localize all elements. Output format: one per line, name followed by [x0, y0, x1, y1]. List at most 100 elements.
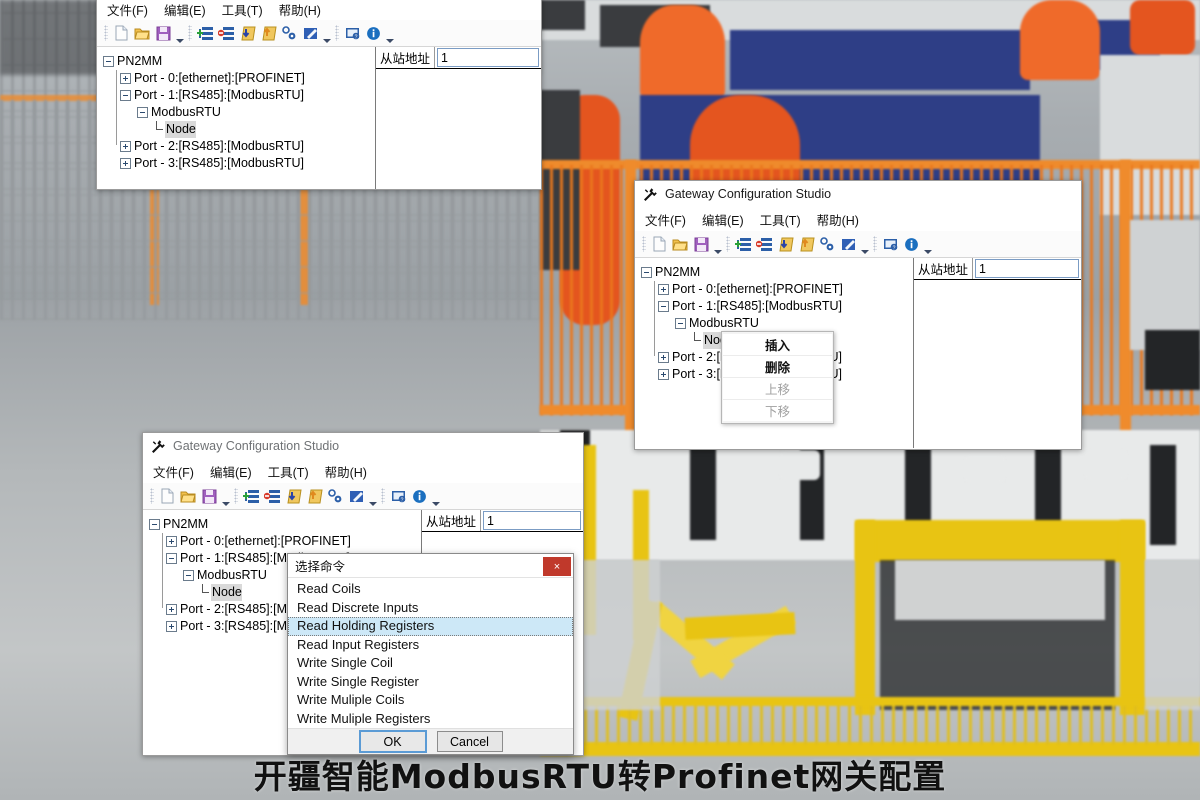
- expand-toggle-icon[interactable]: [166, 536, 177, 547]
- menubar-3[interactable]: 文件(F) 编辑(E) 工具(T) 帮助(H): [143, 459, 583, 483]
- window-main-3[interactable]: Gateway Configuration Studio 文件(F) 编辑(E)…: [142, 432, 584, 756]
- remove-node-icon[interactable]: [262, 486, 283, 507]
- titlebar-2[interactable]: Gateway Configuration Studio: [635, 181, 1081, 207]
- toolbar-grip[interactable]: [150, 488, 154, 504]
- toolbar-grip[interactable]: [234, 488, 238, 504]
- device-tree-1[interactable]: PN2MM Port - 0:[ethernet]:[PROFINET] Por…: [103, 53, 375, 172]
- new-file-icon[interactable]: [157, 486, 178, 507]
- tree-root[interactable]: PN2MM: [641, 264, 913, 281]
- menu-help[interactable]: 帮助(H): [817, 210, 859, 229]
- help-monitor-icon[interactable]: ?: [342, 23, 363, 44]
- tree-item-port0[interactable]: Port - 0:[ethernet]:[PROFINET]: [149, 533, 421, 550]
- menu-help[interactable]: 帮助(H): [279, 0, 321, 19]
- about-info-icon[interactable]: [901, 234, 922, 255]
- properties-pane-1[interactable]: 从站地址 1: [376, 47, 541, 189]
- menu-tools[interactable]: 工具(T): [760, 210, 801, 229]
- add-node-icon[interactable]: [241, 486, 262, 507]
- toolbar-2[interactable]: ?: [635, 231, 1081, 258]
- download-icon[interactable]: [775, 234, 796, 255]
- command-list[interactable]: Read Coils Read Discrete Inputs Read Hol…: [288, 578, 573, 728]
- list-item-selected[interactable]: Read Holding Registers: [288, 617, 573, 636]
- expand-toggle-icon[interactable]: [166, 621, 177, 632]
- tree-item-modbusrtu[interactable]: ModbusRTU: [103, 104, 375, 121]
- menu-file[interactable]: 文件(F): [645, 210, 686, 229]
- tree-context-menu[interactable]: 插入 删除 上移 下移: [721, 331, 834, 424]
- window-main-2[interactable]: Gateway Configuration Studio 文件(F) 编辑(E)…: [634, 180, 1082, 450]
- download-icon[interactable]: [237, 23, 258, 44]
- menu-help[interactable]: 帮助(H): [325, 462, 367, 481]
- tree-item-port2[interactable]: Port - 2:[RS485]:[ModbusRTU]: [103, 138, 375, 155]
- toolbar-grip[interactable]: [104, 25, 108, 41]
- add-node-icon[interactable]: [733, 234, 754, 255]
- collapse-toggle-icon[interactable]: [149, 519, 160, 530]
- download-icon[interactable]: [283, 486, 304, 507]
- open-folder-icon[interactable]: [670, 234, 691, 255]
- toolbar-overflow-1[interactable]: [220, 486, 231, 507]
- menu-file[interactable]: 文件(F): [153, 462, 194, 481]
- upload-icon[interactable]: [796, 234, 817, 255]
- menu-tools[interactable]: 工具(T): [268, 462, 309, 481]
- toolbar-overflow-3[interactable]: [922, 234, 933, 255]
- about-info-icon[interactable]: [409, 486, 430, 507]
- collapse-toggle-icon[interactable]: [103, 56, 114, 67]
- tree-item-port1[interactable]: Port - 1:[RS485]:[ModbusRTU]: [103, 87, 375, 104]
- toolbar-grip[interactable]: [642, 236, 646, 252]
- remove-node-icon[interactable]: [754, 234, 775, 255]
- tree-item-port3[interactable]: Port - 3:[RS485]:[ModbusRTU]: [103, 155, 375, 172]
- collapse-toggle-icon[interactable]: [658, 301, 669, 312]
- cancel-button[interactable]: Cancel: [436, 731, 503, 752]
- menubar-1[interactable]: 文件(F) 编辑(E) 工具(T) 帮助(H): [97, 0, 541, 20]
- slave-address-input[interactable]: 1: [437, 48, 539, 67]
- toolbar-grip[interactable]: [873, 236, 877, 252]
- expand-toggle-icon[interactable]: [658, 369, 669, 380]
- slave-address-row[interactable]: 从站地址 1: [914, 258, 1081, 280]
- properties-pane-2[interactable]: 从站地址 1: [914, 258, 1081, 448]
- list-item[interactable]: Write Muliple Coils: [288, 691, 573, 710]
- list-item[interactable]: Write Muliple Registers: [288, 710, 573, 729]
- collapse-toggle-icon[interactable]: [183, 570, 194, 581]
- collapse-toggle-icon[interactable]: [675, 318, 686, 329]
- toolbar-grip[interactable]: [381, 488, 385, 504]
- menu-edit[interactable]: 编辑(E): [164, 0, 206, 19]
- save-icon[interactable]: [153, 23, 174, 44]
- edit-pencil-icon[interactable]: [346, 486, 367, 507]
- dialog-titlebar[interactable]: 选择命令 ×: [288, 554, 573, 578]
- collapse-toggle-icon[interactable]: [120, 90, 131, 101]
- tree-pane-1[interactable]: PN2MM Port - 0:[ethernet]:[PROFINET] Por…: [97, 47, 376, 189]
- expand-toggle-icon[interactable]: [120, 141, 131, 152]
- collapse-toggle-icon[interactable]: [137, 107, 148, 118]
- upload-icon[interactable]: [258, 23, 279, 44]
- collapse-toggle-icon[interactable]: [166, 553, 177, 564]
- expand-toggle-icon[interactable]: [120, 158, 131, 169]
- window-main-1[interactable]: 文件(F) 编辑(E) 工具(T) 帮助(H) ? PN2MM Port - 0…: [96, 0, 542, 190]
- context-menu-item-delete[interactable]: 删除: [723, 356, 832, 378]
- toolbar-overflow-2[interactable]: [321, 23, 332, 44]
- slave-address-input[interactable]: 1: [975, 259, 1079, 278]
- menu-edit[interactable]: 编辑(E): [702, 210, 744, 229]
- toolbar-1[interactable]: ?: [97, 20, 541, 47]
- open-folder-icon[interactable]: [178, 486, 199, 507]
- settings-gear-icon[interactable]: [325, 486, 346, 507]
- toolbar-overflow-3[interactable]: [384, 23, 395, 44]
- slave-address-row[interactable]: 从站地址 1: [422, 510, 583, 532]
- collapse-toggle-icon[interactable]: [641, 267, 652, 278]
- about-info-icon[interactable]: [363, 23, 384, 44]
- toolbar-grip[interactable]: [188, 25, 192, 41]
- new-file-icon[interactable]: [649, 234, 670, 255]
- close-icon[interactable]: ×: [543, 557, 571, 576]
- settings-gear-icon[interactable]: [817, 234, 838, 255]
- toolbar-overflow-2[interactable]: [859, 234, 870, 255]
- open-folder-icon[interactable]: [132, 23, 153, 44]
- menubar-2[interactable]: 文件(F) 编辑(E) 工具(T) 帮助(H): [635, 207, 1081, 231]
- save-icon[interactable]: [691, 234, 712, 255]
- toolbar-3[interactable]: ?: [143, 483, 583, 510]
- help-monitor-icon[interactable]: ?: [388, 486, 409, 507]
- toolbar-overflow-1[interactable]: [712, 234, 723, 255]
- toolbar-overflow-2[interactable]: [367, 486, 378, 507]
- tree-root[interactable]: PN2MM: [149, 516, 421, 533]
- select-command-dialog[interactable]: 选择命令 × Read Coils Read Discrete Inputs R…: [287, 553, 574, 755]
- menu-tools[interactable]: 工具(T): [222, 0, 263, 19]
- tree-item-modbusrtu[interactable]: ModbusRTU: [641, 315, 913, 332]
- menu-file[interactable]: 文件(F): [107, 0, 148, 19]
- expand-toggle-icon[interactable]: [658, 284, 669, 295]
